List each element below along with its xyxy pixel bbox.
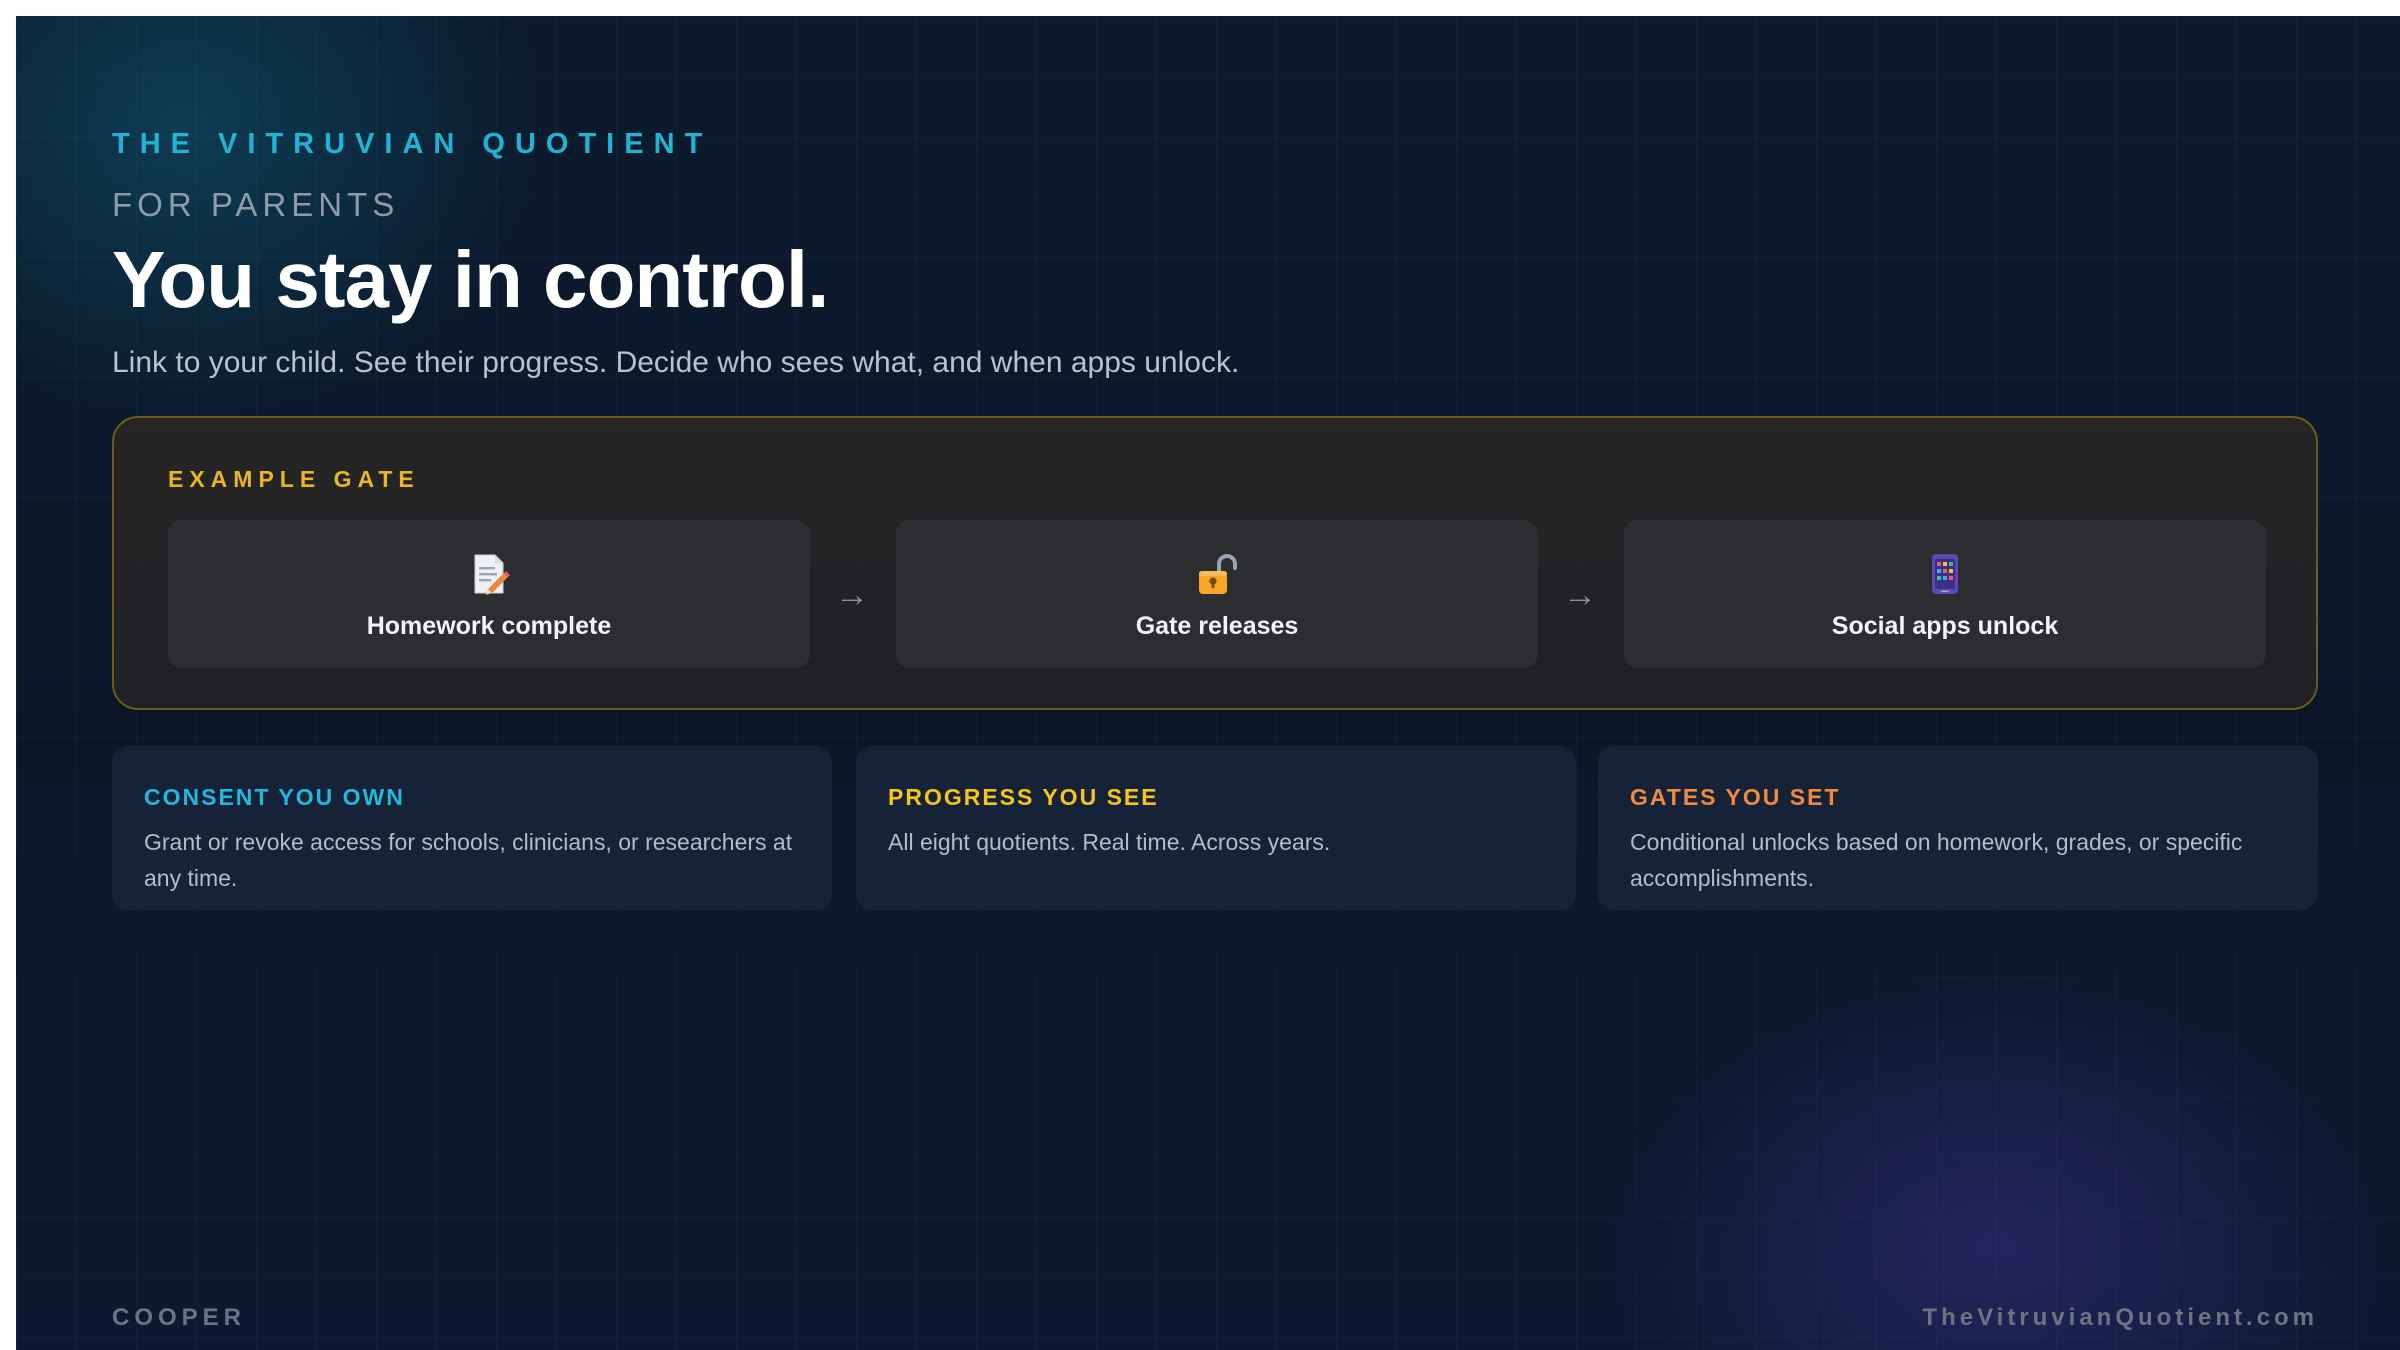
memo-pencil-icon	[474, 554, 510, 595]
gate-step-label: Gate releases	[1135, 612, 1299, 640]
page-title: You stay in control.	[112, 235, 829, 324]
arrow-icon: →	[1563, 576, 1597, 614]
arrow-icon: →	[835, 576, 869, 614]
page-subtitle: Link to your child. See their progress. …	[112, 346, 1240, 379]
card-body: Conditional unlocks based on homework, g…	[1630, 829, 2243, 891]
card-body: All eight quotients. Real time. Across y…	[888, 829, 1331, 855]
example-gate-panel: EXAMPLE GATE Homework complete → Gate re…	[112, 416, 2318, 710]
card-title: PROGRESS YOU SEE	[888, 784, 1159, 810]
gate-step-label: Social apps unlock	[1831, 612, 2059, 640]
unlocked-padlock-icon	[1199, 554, 1237, 594]
slide: THE VITRUVIAN QUOTIENT FOR PARENTS You s…	[16, 16, 2400, 1350]
section-label: FOR PARENTS	[112, 186, 400, 223]
card-progress: PROGRESS YOU SEE All eight quotients. Re…	[856, 746, 1576, 910]
card-gates: GATES YOU SET Conditional unlocks based …	[1598, 746, 2318, 910]
card-title: GATES YOU SET	[1630, 784, 1841, 810]
gate-step-social-apps: Social apps unlock	[1624, 520, 2266, 668]
card-body: Grant or revoke access for schools, clin…	[144, 829, 793, 891]
card-consent: CONSENT YOU OWN Grant or revoke access f…	[112, 746, 832, 910]
gate-step-homework: Homework complete	[168, 520, 810, 668]
example-gate-title: EXAMPLE GATE	[168, 466, 420, 492]
brand-eyebrow: THE VITRUVIAN QUOTIENT	[112, 128, 713, 160]
footer-website: TheVitruvianQuotient.com	[1922, 1304, 2318, 1331]
footer-name: COOPER	[112, 1304, 247, 1331]
card-title: CONSENT YOU OWN	[144, 784, 405, 810]
phone-apps-icon	[1932, 554, 1958, 594]
gate-step-release: Gate releases	[896, 520, 1538, 668]
gate-step-label: Homework complete	[366, 612, 612, 640]
